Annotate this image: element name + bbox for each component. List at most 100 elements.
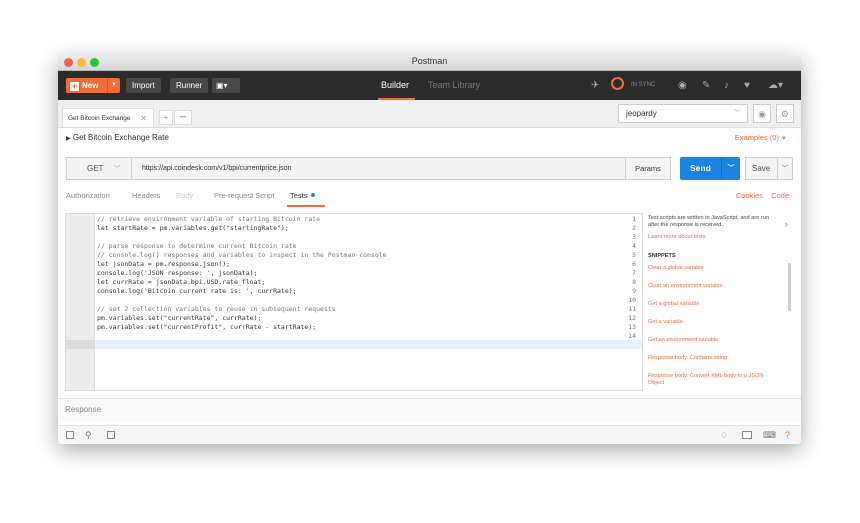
- tab-builder[interactable]: Builder: [381, 80, 409, 90]
- keyboard-shortcuts-icon[interactable]: ⌨: [763, 430, 776, 440]
- code-line: let currRate = jsonData.bpi.USD.rate_flo…: [97, 278, 266, 286]
- line-number: 11: [628, 305, 636, 313]
- method-select[interactable]: GET ﹀: [66, 157, 132, 180]
- line-number: 10: [628, 296, 636, 304]
- line-number: 1: [632, 215, 636, 223]
- environment-select[interactable]: jeopardy ﹀: [618, 104, 748, 123]
- code-line: // retrieve environment variable of star…: [97, 215, 321, 223]
- line-number: 6: [632, 260, 636, 268]
- line-number: 7: [632, 269, 636, 277]
- eye-icon: ◉: [758, 109, 766, 119]
- app-header: + New ▼ Import Runner ▣▾ Builder Team Lib…: [58, 71, 801, 100]
- manage-environments-button[interactable]: ⚙: [776, 104, 794, 123]
- save-button[interactable]: Save ﹀: [745, 157, 793, 180]
- request-tab-label: Get Bitcoin Exchange: [68, 115, 131, 122]
- tab-tests-label: Tests: [290, 191, 308, 200]
- help-icon[interactable]: ?: [785, 430, 790, 440]
- window-plus-icon: ▣▾: [216, 81, 228, 90]
- snippets-heading: SNIPPETS: [648, 253, 676, 259]
- satellite-icon[interactable]: ✈: [591, 80, 599, 91]
- params-button[interactable]: Params: [626, 157, 671, 180]
- snippet-link[interactable]: Get an environment variable: [648, 337, 780, 344]
- cookies-link[interactable]: Cookies: [736, 191, 763, 200]
- new-button-label: New: [82, 81, 99, 90]
- notifications-bell-icon[interactable]: ♪: [724, 80, 729, 91]
- subtab-links: Cookies Code: [730, 191, 789, 200]
- response-section[interactable]: Response: [58, 398, 801, 421]
- environment-quick-look-button[interactable]: ◉: [753, 104, 771, 123]
- tab-team-library[interactable]: Team Library: [428, 80, 480, 90]
- url-input[interactable]: https://api.coindesk.com/v1/bpi/currentp…: [132, 157, 626, 180]
- examples-label: Examples (0): [734, 133, 779, 142]
- sync-status: IN SYNC: [631, 82, 656, 88]
- request-tab-bar: Get Bitcoin Exchange ✕ + ••• jeopardy ﹀ …: [58, 100, 801, 128]
- code-line: pm.variables.set("currentRate", currRate…: [97, 314, 262, 322]
- new-window-button[interactable]: ▣▾: [212, 78, 240, 93]
- line-number: 2: [632, 224, 636, 232]
- code-line: console.log('JSON response: ', jsonData)…: [97, 269, 258, 277]
- caret-right-icon: ▶: [66, 136, 71, 142]
- code-link[interactable]: Code: [771, 191, 789, 200]
- title-bar: Postman: [58, 55, 801, 71]
- snippet-link[interactable]: Response body: Convert XML body to a JSO…: [648, 373, 780, 387]
- heart-icon[interactable]: ♥: [744, 80, 750, 91]
- code-line: pm.variables.set("currentProfit", currRa…: [97, 323, 317, 331]
- tab-headers[interactable]: Headers: [132, 191, 160, 200]
- line-number: 13: [628, 323, 636, 331]
- learn-more-link[interactable]: Learn more about tests: [648, 234, 706, 240]
- snippet-link[interactable]: Response body: Contains string: [648, 355, 780, 362]
- tests-code-editor[interactable]: 1 2 3 4 5 6 7 8 9 10 11 12 13 14 // retr…: [65, 213, 643, 391]
- new-tab-button[interactable]: +: [159, 110, 173, 125]
- close-tab-icon[interactable]: ✕: [140, 109, 147, 128]
- code-line: // set 2 collection variables to reuse i…: [97, 305, 336, 313]
- tab-pre-request-script[interactable]: Pre-request Script: [214, 191, 274, 200]
- chevron-right-icon[interactable]: ›: [785, 219, 788, 229]
- response-label: Response: [65, 405, 102, 414]
- snippet-link[interactable]: Clear a global variable: [648, 265, 780, 272]
- sync-icon[interactable]: [611, 77, 624, 90]
- status-bar: ⚲ ♢ ⌨ ?: [58, 425, 801, 444]
- two-pane-view-icon[interactable]: [742, 431, 752, 439]
- code-line: // parse response to determine current B…: [97, 242, 297, 250]
- chevron-down-icon: ﹀: [113, 166, 121, 173]
- caret-down-icon: ▼: [781, 136, 787, 142]
- user-cloud-icon[interactable]: ☁▾: [768, 80, 783, 91]
- tab-body[interactable]: Body: [176, 191, 193, 200]
- save-dropdown-icon[interactable]: ﹀: [777, 158, 792, 179]
- tests-active-indicator: [287, 205, 325, 207]
- settings-wrench-icon[interactable]: ✎: [702, 80, 710, 91]
- gear-icon: ⚙: [780, 109, 790, 119]
- environment-select-value: jeopardy: [626, 109, 657, 118]
- code-line: let startRate = pm.variables.get("starti…: [97, 224, 289, 232]
- current-line-gutter: [66, 340, 94, 349]
- code-line: // console.log() responses and variables…: [97, 251, 387, 259]
- line-number: 8: [632, 278, 636, 286]
- send-dropdown-icon[interactable]: ﹀: [721, 157, 740, 180]
- line-number: 5: [632, 251, 636, 259]
- sidebar-toggle-icon[interactable]: [66, 431, 74, 439]
- tab-authorization[interactable]: Authorization: [66, 191, 110, 200]
- tab-tests[interactable]: Tests: [290, 191, 315, 200]
- snippet-link[interactable]: Get a global variable: [648, 301, 780, 308]
- interceptor-icon[interactable]: ◉: [678, 80, 687, 91]
- line-number: 4: [632, 242, 636, 250]
- snippet-link[interactable]: Clear an environment variable: [648, 283, 780, 290]
- bootcamp-bulb-icon[interactable]: ♢: [720, 430, 728, 440]
- snippet-link[interactable]: Get a variable: [648, 319, 780, 326]
- search-icon[interactable]: ⚲: [85, 430, 92, 440]
- import-button[interactable]: Import: [126, 78, 161, 93]
- request-name-row[interactable]: ▶ Get Bitcoin Exchange Rate: [66, 133, 169, 142]
- more-tabs-button[interactable]: •••: [174, 110, 192, 125]
- line-number: 12: [628, 314, 636, 322]
- new-dropdown-icon[interactable]: ▼: [107, 78, 120, 93]
- line-number: 9: [632, 287, 636, 295]
- request-tab[interactable]: Get Bitcoin Exchange ✕: [62, 108, 154, 127]
- snippets-scrollbar[interactable]: [788, 263, 791, 311]
- console-icon[interactable]: [107, 431, 115, 439]
- new-button[interactable]: + New ▼: [66, 78, 120, 93]
- plus-icon: +: [70, 81, 79, 91]
- runner-button[interactable]: Runner: [170, 78, 209, 93]
- line-number: 14: [628, 332, 636, 340]
- send-button[interactable]: Send ﹀: [680, 157, 740, 180]
- examples-dropdown[interactable]: Examples (0) ▼: [735, 133, 787, 142]
